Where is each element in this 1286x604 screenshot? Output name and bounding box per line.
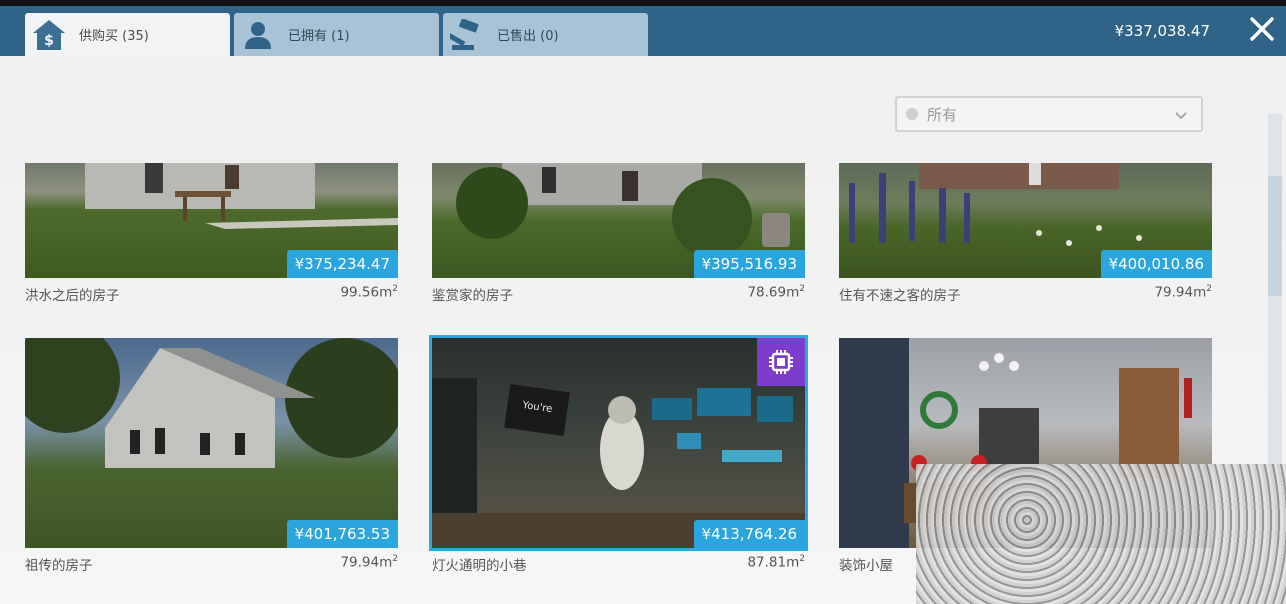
- gavel-icon: [449, 17, 485, 53]
- scrollbar-thumb[interactable]: [1268, 176, 1282, 296]
- listing-name: 住有不速之客的房子: [839, 288, 961, 304]
- listing-image: You're ¥413,764.26: [429, 335, 808, 551]
- listing-image: ¥400,010.86: [839, 163, 1212, 278]
- filter-selected-value: 所有: [927, 105, 958, 124]
- price-tag: ¥375,234.47: [286, 250, 398, 278]
- chevron-down-icon: [1175, 105, 1187, 124]
- listing-area-size: 79.94m2: [1154, 284, 1212, 301]
- price-tag: ¥400,010.86: [1100, 250, 1212, 278]
- listing-area-size: 87.81m2: [747, 554, 805, 571]
- listing-area-size: 78.69m2: [747, 284, 805, 301]
- listing-image: ¥395,516.93: [432, 163, 805, 278]
- listing-image: ¥375,234.47: [25, 163, 398, 278]
- tab-sold[interactable]: 已售出 (0): [443, 13, 648, 56]
- price-tag: ¥395,516.93: [693, 250, 805, 278]
- filter-dot-icon: [906, 108, 918, 120]
- listing-name: 装饰小屋: [839, 558, 893, 574]
- listing-image: ¥401,763.53: [25, 338, 398, 548]
- tab-owned-label: 已拥有 (1): [288, 29, 350, 44]
- house-dollar-icon: $: [31, 17, 67, 53]
- svg-text:$: $: [44, 33, 54, 49]
- close-icon: [1249, 16, 1275, 46]
- tab-for-sale-label: 供购买 (35): [79, 29, 149, 44]
- listing-card[interactable]: ¥395,516.93 鉴赏家的房子 78.69m2: [432, 163, 805, 304]
- header-bar: $ 供购买 (35) 已拥有 (1) 已售出 (0) ¥337,038.47: [0, 6, 1286, 56]
- listing-name: 洪水之后的房子: [25, 288, 120, 304]
- listing-card[interactable]: ¥400,010.86 住有不速之客的房子 79.94m2: [839, 163, 1212, 304]
- listing-name: 灯火通明的小巷: [432, 558, 527, 574]
- listing-area-size: 99.56m2: [340, 284, 398, 301]
- obscured-region: [916, 464, 1286, 604]
- listing-card[interactable]: ¥401,763.53 祖传的房子 79.94m2: [25, 338, 398, 574]
- chip-icon: [757, 338, 805, 386]
- listing-card[interactable]: ¥375,234.47 洪水之后的房子 99.56m2: [25, 163, 398, 304]
- price-tag: ¥401,763.53: [286, 520, 398, 548]
- balance-display: ¥337,038.47: [1114, 22, 1210, 40]
- listing-area-size: 79.94m2: [340, 554, 398, 571]
- price-tag: ¥413,764.26: [693, 520, 805, 548]
- listing-name: 鉴赏家的房子: [432, 288, 513, 304]
- listing-card-selected[interactable]: You're ¥413,764.26 灯火通明的小巷 87.81m2: [429, 335, 808, 574]
- filter-dropdown[interactable]: 所有: [895, 96, 1203, 132]
- tab-sold-label: 已售出 (0): [497, 29, 559, 44]
- tab-owned[interactable]: 已拥有 (1): [234, 13, 439, 56]
- tab-for-sale[interactable]: $ 供购买 (35): [25, 13, 230, 56]
- close-button[interactable]: [1238, 6, 1286, 56]
- person-icon: [240, 17, 276, 53]
- listing-name: 祖传的房子: [25, 558, 93, 574]
